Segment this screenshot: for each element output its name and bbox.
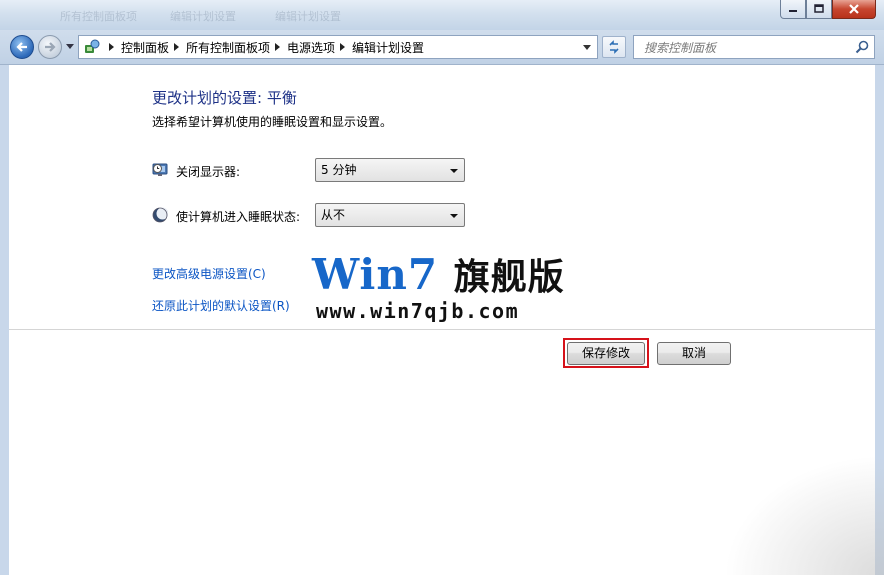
back-button[interactable]: [10, 35, 34, 59]
corner-shading: [724, 455, 884, 575]
chevron-down-icon: [450, 214, 458, 218]
chevron-right-icon[interactable]: [275, 43, 281, 51]
refresh-icon: [609, 40, 619, 54]
watermark-url: www.win7qjb.com: [316, 299, 520, 323]
breadcrumb-edit-plan[interactable]: 编辑计划设置: [352, 39, 424, 56]
maximize-icon: [814, 4, 824, 13]
display-off-value: 5 分钟: [321, 163, 357, 177]
watermark-logo: Win7 旗舰版 www.win7qjb.com: [312, 250, 565, 324]
sleep-select[interactable]: 从不: [315, 203, 465, 227]
search-input[interactable]: [642, 37, 846, 59]
cancel-button[interactable]: 取消: [657, 342, 731, 365]
title-bar: 所有控制面板项 编辑计划设置 编辑计划设置: [0, 0, 884, 30]
minimize-icon: [789, 10, 797, 12]
search-icon[interactable]: [855, 40, 869, 54]
arrow-right-icon: [45, 42, 56, 52]
chevron-right-icon[interactable]: [174, 43, 180, 51]
forward-button[interactable]: [38, 35, 62, 59]
maximize-button[interactable]: [806, 0, 832, 19]
navigation-bar: 控制面板 所有控制面板项 电源选项 编辑计划设置: [0, 30, 884, 65]
page-subtitle: 选择希望计算机使用的睡眠设置和显示设置。: [152, 115, 393, 129]
recent-pages-dropdown[interactable]: [66, 44, 74, 49]
breadcrumb-all-items[interactable]: 所有控制面板项: [186, 39, 270, 56]
display-off-label: 关闭显示器:: [176, 165, 241, 179]
minimize-button[interactable]: [780, 0, 806, 19]
address-history-dropdown[interactable]: [583, 45, 591, 50]
window-controls: [780, 0, 876, 19]
faded-title-text: 编辑计划设置: [275, 10, 341, 23]
chevron-right-icon[interactable]: [109, 43, 114, 51]
chevron-down-icon: [450, 169, 458, 173]
faded-title-text: 编辑计划设置: [170, 10, 236, 23]
address-bar[interactable]: 控制面板 所有控制面板项 电源选项 编辑计划设置: [78, 35, 598, 59]
advanced-power-settings-link[interactable]: 更改高级电源设置(C): [152, 265, 266, 282]
save-button[interactable]: 保存修改: [567, 342, 645, 365]
control-panel-icon: [85, 39, 100, 53]
watermark-title-cjk: 旗舰版: [453, 257, 565, 298]
breadcrumb-power-options[interactable]: 电源选项: [287, 39, 335, 56]
watermark-title-latin: Win7: [312, 250, 439, 299]
restore-defaults-link[interactable]: 还原此计划的默认设置(R): [152, 297, 290, 314]
search-box: [633, 35, 875, 59]
sleep-value: 从不: [321, 208, 346, 222]
window-frame-left: [0, 65, 9, 575]
breadcrumb: 控制面板 所有控制面板项 电源选项 编辑计划设置: [104, 39, 424, 56]
display-off-select[interactable]: 5 分钟: [315, 158, 465, 182]
page-title: 更改计划的设置: 平衡: [152, 89, 297, 107]
faded-title-text: 所有控制面板项: [60, 10, 137, 23]
close-button[interactable]: [832, 0, 876, 19]
divider: [9, 329, 875, 330]
refresh-button[interactable]: [602, 36, 626, 58]
chevron-right-icon[interactable]: [340, 43, 346, 51]
monitor-clock-icon: [152, 163, 168, 176]
sleep-label: 使计算机进入睡眠状态:: [176, 210, 301, 224]
breadcrumb-control-panel[interactable]: 控制面板: [121, 39, 169, 56]
close-icon: [849, 4, 859, 14]
arrow-left-icon: [16, 42, 27, 52]
moon-sleep-icon: [152, 207, 168, 223]
